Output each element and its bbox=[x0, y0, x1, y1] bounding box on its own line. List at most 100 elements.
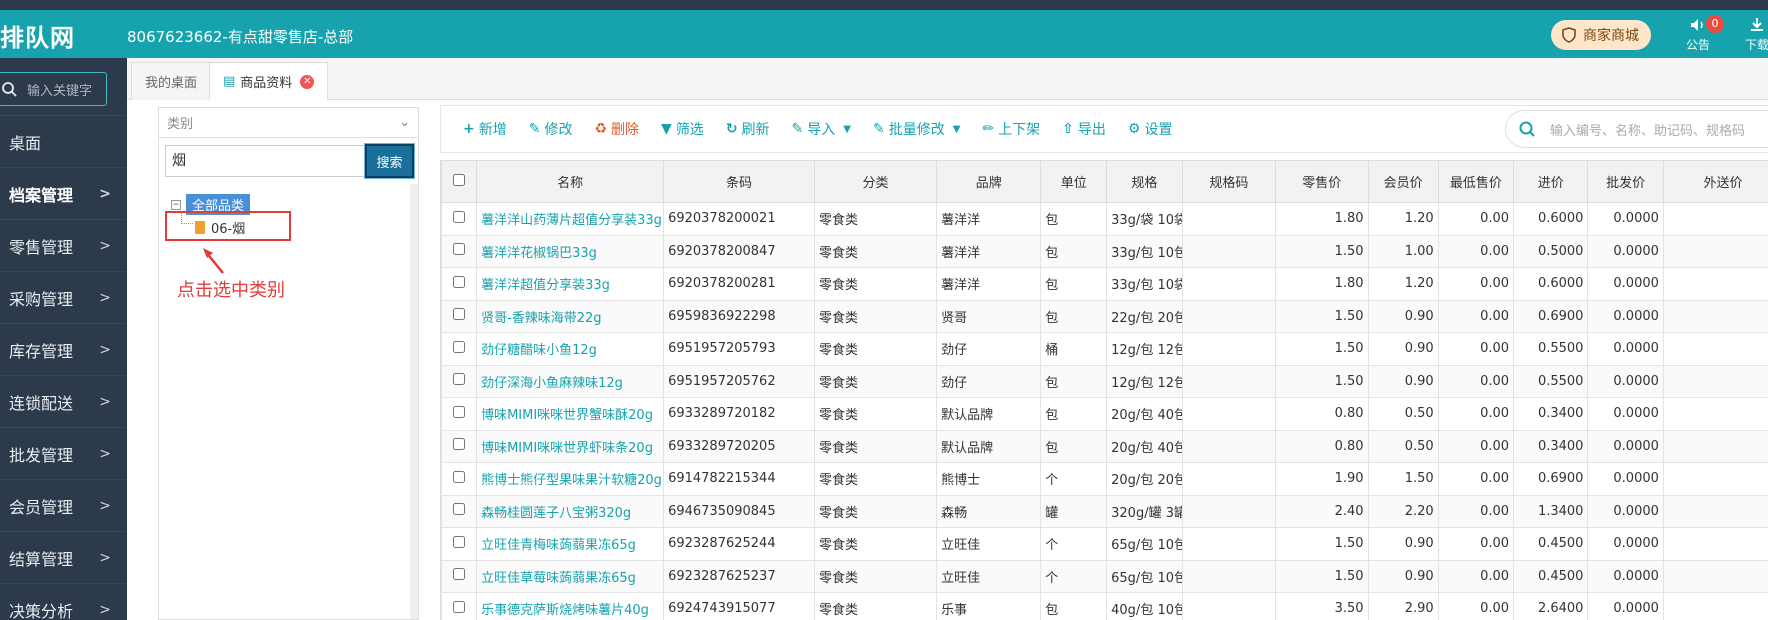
sidebar-item-archive[interactable]: 档案管理 > bbox=[0, 167, 127, 219]
sidebar-item-analysis[interactable]: 决策分析 > bbox=[0, 583, 127, 620]
table-cell: 零食类 bbox=[813, 592, 938, 620]
product-name-link[interactable]: 薯洋洋超值分享装33g bbox=[476, 267, 665, 301]
add-button[interactable]: + 新增 bbox=[463, 119, 507, 139]
row-checkbox[interactable] bbox=[441, 462, 478, 496]
row-checkbox[interactable] bbox=[441, 364, 478, 398]
table-row[interactable]: 森畅桂圆莲子八宝粥320g 6946735090845 零食类 森畅罐 320g/罐 3… bbox=[441, 494, 1768, 528]
sidebar-item-desktop[interactable]: 桌面 bbox=[0, 115, 127, 167]
shelf-button[interactable]: ✏ 上下架 bbox=[982, 119, 1040, 139]
category-search-button[interactable]: 搜索 bbox=[364, 143, 415, 179]
table-row[interactable]: 乐事德克萨斯烧烤味薯片40g 6924743915077 零食类 乐事包 40g/包 1… bbox=[441, 592, 1768, 620]
download-button[interactable]: 下载 bbox=[1745, 16, 1768, 53]
table-row[interactable]: 立旺佳青梅味蒟蒻果冻65g 6923287625244 零食类 立旺佳个 65g/包 1… bbox=[441, 527, 1768, 561]
table-row[interactable]: 贤哥-香辣味海带22g 6959836922298 零食类 贤哥包 22g/包 20包 1… bbox=[441, 299, 1768, 333]
tab-desktop[interactable]: 我的桌面 bbox=[131, 62, 212, 100]
table-cell: 零食类 bbox=[813, 299, 938, 333]
row-checkbox[interactable] bbox=[441, 559, 478, 593]
table-cell: 6914782215344 bbox=[663, 462, 815, 496]
category-select[interactable]: 类别 ⌄ bbox=[159, 108, 418, 138]
product-name-link[interactable]: 森畅桂圆莲子八宝粥320g bbox=[476, 494, 665, 528]
filter-button[interactable]: ▼ 筛选 bbox=[661, 119, 704, 139]
delete-button[interactable]: ♻ 删除 bbox=[594, 119, 639, 139]
close-icon[interactable]: ✕ bbox=[300, 74, 315, 89]
row-checkbox[interactable] bbox=[441, 332, 478, 366]
category-search-input[interactable]: 烟 bbox=[165, 145, 365, 177]
product-name-link[interactable]: 薯洋洋山药薄片超值分享装33g bbox=[476, 202, 665, 236]
table-cell: 12g/包 12包 bbox=[1106, 332, 1183, 366]
refresh-icon: ↻ bbox=[725, 121, 738, 137]
collapse-icon[interactable]: − bbox=[171, 199, 181, 210]
row-checkbox[interactable] bbox=[441, 494, 478, 528]
product-name-link[interactable]: 乐事德克萨斯烧烤味薯片40g bbox=[476, 592, 665, 620]
table-row[interactable]: 博味MIMI咪咪世界虾味条20g 6933289720205 零食类 默认品牌包 20g… bbox=[441, 429, 1768, 463]
column-header[interactable]: 名称 bbox=[476, 160, 665, 203]
table-row[interactable]: 薯洋洋花椒锅巴33g 6920378200847 零食类 薯洋洋包 33g/包 10包 1… bbox=[441, 234, 1768, 268]
column-header[interactable]: 规格 bbox=[1106, 160, 1183, 203]
sidebar-item-wholesale[interactable]: 批发管理 > bbox=[0, 427, 127, 479]
table-row[interactable]: 薯洋洋山药薄片超值分享装33g 6920378200021 零食类 薯洋洋包 33g/袋… bbox=[441, 202, 1768, 236]
row-checkbox[interactable] bbox=[441, 429, 478, 463]
edit-button[interactable]: ✎ 修改 bbox=[529, 119, 573, 139]
select-all-checkbox[interactable] bbox=[441, 160, 478, 203]
column-header[interactable]: 规格码 bbox=[1181, 160, 1277, 203]
row-checkbox[interactable] bbox=[441, 202, 478, 236]
product-name-link[interactable]: 贤哥-香辣味海带22g bbox=[476, 299, 665, 333]
top-dark-strip bbox=[0, 0, 1768, 10]
product-name-link[interactable]: 熊博士熊仔型果味果汁软糖20g bbox=[476, 462, 665, 496]
product-name-link[interactable]: 劲仔深海小鱼麻辣味12g bbox=[476, 364, 665, 398]
row-checkbox[interactable] bbox=[441, 267, 478, 301]
column-header[interactable]: 分类 bbox=[813, 160, 938, 203]
sidebar-item-settlement[interactable]: 结算管理 > bbox=[0, 531, 127, 583]
table-cell: 个 bbox=[1040, 559, 1108, 593]
row-checkbox[interactable] bbox=[441, 397, 478, 431]
row-checkbox[interactable] bbox=[441, 527, 478, 561]
import-button[interactable]: ✎ 导入 ▼ bbox=[792, 119, 851, 139]
table-row[interactable]: 薯洋洋超值分享装33g 6920378200281 零食类 薯洋洋包 33g/包 10袋… bbox=[441, 267, 1768, 301]
column-header[interactable]: 零售价 bbox=[1275, 160, 1369, 203]
column-header[interactable]: 条码 bbox=[663, 160, 815, 203]
column-header[interactable]: 进价 bbox=[1513, 160, 1589, 203]
table-cell: 零食类 bbox=[813, 429, 938, 463]
category-scrollbar[interactable] bbox=[410, 184, 418, 619]
tree-item-cigarette[interactable]: 06-烟 bbox=[195, 218, 245, 237]
refresh-button[interactable]: ↻ 刷新 bbox=[726, 119, 770, 139]
sidebar-item-member[interactable]: 会员管理 > bbox=[0, 479, 127, 531]
table-cell: 熊博士 bbox=[936, 462, 1042, 496]
batch-edit-button[interactable]: ✎ 批量修改 ▼ bbox=[873, 119, 960, 139]
table-cell: 6933289720182 bbox=[663, 397, 815, 431]
product-name-link[interactable]: 博味MIMI咪咪世界虾味条20g bbox=[476, 429, 665, 463]
tab-goods[interactable]: ▤ 商品资料 ✕ bbox=[209, 62, 329, 100]
tree-item-label: 06-烟 bbox=[211, 222, 246, 237]
column-header[interactable]: 最低售价 bbox=[1437, 160, 1515, 203]
table-row[interactable]: 立旺佳草莓味蒟蒻果冻65g 6923287625237 零食类 立旺佳个 65g/包 1… bbox=[441, 559, 1768, 593]
column-header[interactable]: 批发价 bbox=[1587, 160, 1664, 203]
sidebar-item-chain[interactable]: 连锁配送 > bbox=[0, 375, 127, 427]
row-checkbox[interactable] bbox=[441, 234, 478, 268]
table-row[interactable]: 熊博士熊仔型果味果汁软糖20g 6914782215344 零食类 熊博士个 20g/包… bbox=[441, 462, 1768, 496]
table-row[interactable]: 劲仔糖醋味小鱼12g 6951957205793 零食类 劲仔桶 12g/包 12包 1.… bbox=[441, 332, 1768, 366]
product-name-link[interactable]: 立旺佳青梅味蒟蒻果冻65g bbox=[476, 527, 665, 561]
settings-button[interactable]: ⚙ 设置 bbox=[1128, 119, 1173, 139]
notice-button[interactable]: 0 公告 bbox=[1686, 15, 1724, 53]
sidebar-item-retail[interactable]: 零售管理 > bbox=[0, 219, 127, 271]
column-header[interactable]: 会员价 bbox=[1367, 160, 1439, 203]
table-row[interactable]: 博味MIMI咪咪世界蟹味酥20g 6933289720182 零食类 默认品牌包 20g… bbox=[441, 397, 1768, 431]
product-name-link[interactable]: 劲仔糖醋味小鱼12g bbox=[476, 332, 665, 366]
column-header[interactable]: 外送价 bbox=[1662, 160, 1768, 203]
product-name-link[interactable]: 博味MIMI咪咪世界蟹味酥20g bbox=[476, 397, 665, 431]
column-header[interactable]: 品牌 bbox=[936, 160, 1042, 203]
product-name-link[interactable]: 立旺佳草莓味蒟蒻果冻65g bbox=[476, 559, 665, 593]
export-button[interactable]: ⇧ 导出 bbox=[1062, 119, 1106, 139]
goods-search-input[interactable]: 输入编号、名称、助记码、规格码 bbox=[1505, 110, 1768, 148]
row-checkbox[interactable] bbox=[441, 299, 478, 333]
product-name-link[interactable]: 薯洋洋花椒锅巴33g bbox=[476, 234, 665, 268]
table-row[interactable]: 劲仔深海小鱼麻辣味12g 6951957205762 零食类 劲仔包 12g/包 12包… bbox=[441, 364, 1768, 398]
table-cell: 零食类 bbox=[813, 462, 938, 496]
table-cell: 劲仔 bbox=[936, 364, 1042, 398]
column-header[interactable]: 单位 bbox=[1040, 160, 1108, 203]
sidebar-item-inventory[interactable]: 库存管理 > bbox=[0, 323, 127, 375]
merchant-mall-button[interactable]: 商家商城 bbox=[1551, 20, 1651, 50]
sidebar-item-purchase[interactable]: 采购管理 > bbox=[0, 271, 127, 323]
sidebar-search-input[interactable]: 输入关键字 bbox=[0, 72, 107, 106]
row-checkbox[interactable] bbox=[441, 592, 478, 620]
